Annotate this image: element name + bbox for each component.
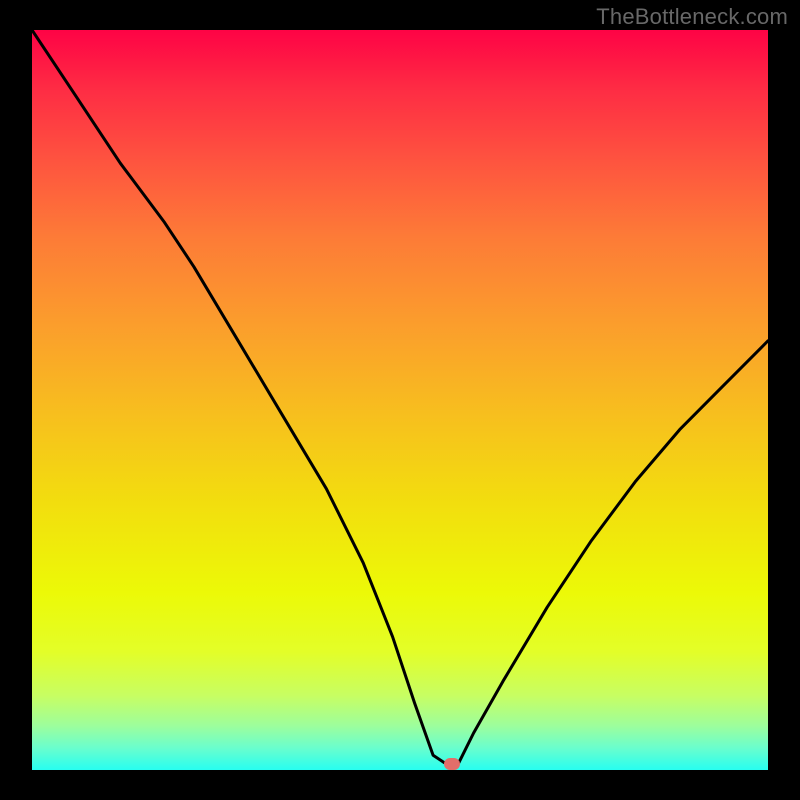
plot-area	[32, 30, 768, 770]
optimal-point-marker	[444, 758, 460, 770]
chart-frame: TheBottleneck.com	[0, 0, 800, 800]
curve-svg	[32, 30, 768, 770]
bottleneck-curve	[32, 30, 768, 763]
watermark-text: TheBottleneck.com	[596, 4, 788, 30]
